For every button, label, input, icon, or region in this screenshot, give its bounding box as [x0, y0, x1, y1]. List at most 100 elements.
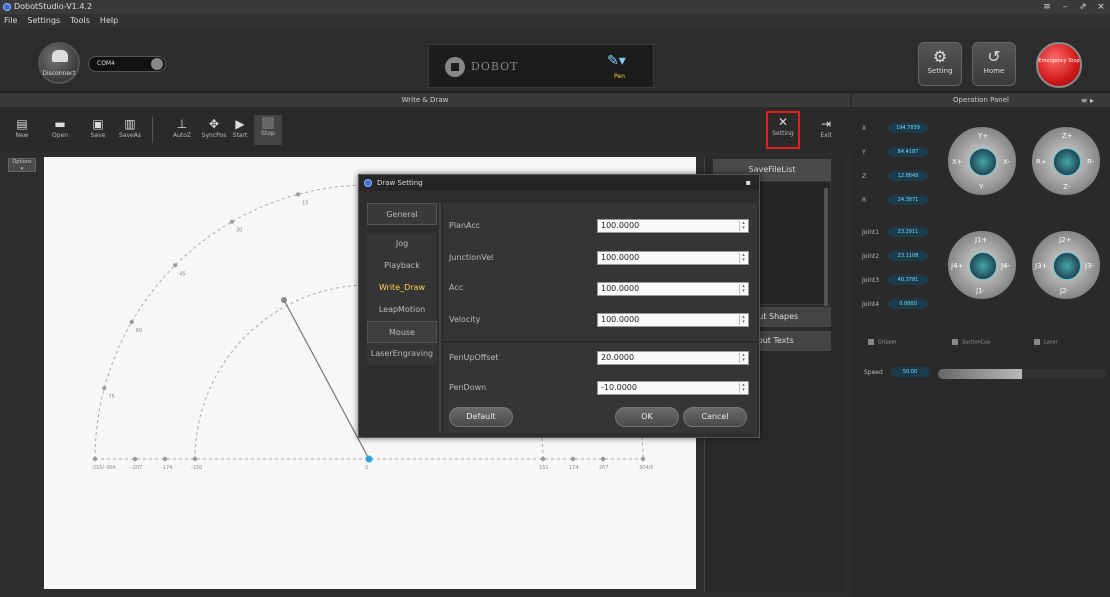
acc-spinner-icon[interactable]: ▴ ▾ [739, 284, 747, 294]
suctioncup-checkbox[interactable]: SuctionCup [952, 339, 991, 346]
emergency-stop-button[interactable]: Emergency Stop [1036, 42, 1082, 88]
file-list-scrollbar[interactable] [824, 188, 828, 306]
folder-icon: ▬ [54, 117, 66, 131]
penupoffset-spinner-icon[interactable]: ▴ ▾ [739, 353, 747, 363]
nav-leapmotion[interactable]: LeapMotion [367, 299, 437, 321]
j1-j4-jog-center[interactable] [969, 252, 997, 280]
stop-button[interactable]: Stop [254, 115, 282, 145]
velocity-spinner-icon[interactable]: ▴ ▾ [739, 315, 747, 325]
j2-j3-jog-pad[interactable]: J2+ J2- J3+ J3- [1032, 231, 1100, 299]
jog-z-plus[interactable]: Z+ [1062, 132, 1073, 140]
axis-tick-label: 151 [539, 465, 549, 471]
exit-button[interactable]: ⇥ Exit [812, 115, 840, 145]
options-menu-icon[interactable]: ≡ [1038, 0, 1056, 14]
pendown-input[interactable]: -10.0000 ▴ ▾ [597, 381, 749, 395]
pendown-spinner-icon[interactable]: ▴ ▾ [739, 383, 747, 393]
junctionvel-spinner-icon[interactable]: ▴ ▾ [739, 253, 747, 263]
menu-file[interactable]: File [4, 14, 17, 28]
default-button[interactable]: Default [449, 407, 513, 427]
jog-j1-plus[interactable]: J1+ [975, 236, 987, 244]
planacc-spinner-icon[interactable]: ▴ ▾ [739, 221, 747, 231]
xy-jog-pad[interactable]: Y+ Y- X+ X- [948, 127, 1016, 195]
coord-x-label: X [862, 125, 867, 132]
minimize-icon[interactable]: – [1056, 0, 1074, 14]
menu-settings[interactable]: Settings [27, 14, 60, 28]
velocity-input[interactable]: 100.0000 ▴ ▾ [597, 313, 749, 327]
nav-mouse[interactable]: Mouse [367, 321, 437, 343]
jog-j2-minus[interactable]: J2- [1060, 287, 1069, 295]
coord-r-label: R [862, 197, 867, 204]
jog-y-plus[interactable]: Y+ [978, 132, 988, 140]
disconnect-button[interactable]: Disconnect [38, 42, 80, 84]
start-button[interactable]: ▶ Start [226, 115, 254, 145]
dialog-close-icon[interactable]: ▪ [746, 175, 751, 191]
autoz-button[interactable]: ⊥ AutoZ [168, 115, 196, 145]
nav-general[interactable]: General [367, 203, 437, 225]
joint2-label: Joint2 [862, 253, 880, 260]
arc-points: 15 30 45 60 75 [102, 192, 308, 400]
joint3-value: 40.3781 [888, 275, 928, 285]
nav-write-draw[interactable]: Write_Draw [367, 277, 437, 299]
jog-j2-plus[interactable]: J2+ [1059, 236, 1071, 244]
jog-y-minus[interactable]: Y- [979, 183, 985, 191]
draw-setting-button[interactable]: ✕ Setting [766, 111, 800, 149]
title-bar: DobotStudio-V1.4.2 ≡ – ⇗ × [0, 0, 1110, 14]
nav-laserengraving[interactable]: LaserEngraving [367, 343, 437, 365]
autoz-label: AutoZ [172, 132, 192, 139]
penupoffset-label: PenUpOffset [449, 353, 499, 362]
save-as-icon: ▥ [124, 117, 136, 131]
panel-menu-icon[interactable]: ≡ ▸ [1081, 94, 1094, 107]
cancel-button[interactable]: Cancel [683, 407, 747, 427]
acc-input[interactable]: 100.0000 ▴ ▾ [597, 282, 749, 296]
ok-button[interactable]: OK [615, 407, 679, 427]
close-icon[interactable]: × [1092, 0, 1110, 14]
pen-tool-icon[interactable]: ✎▾ [607, 53, 626, 69]
jog-r-minus[interactable]: R- [1087, 158, 1094, 166]
j2-j3-jog-center[interactable] [1053, 252, 1081, 280]
restore-icon[interactable]: ⇗ [1074, 0, 1092, 14]
planacc-input[interactable]: 100.0000 ▴ ▾ [597, 219, 749, 233]
jog-x-minus[interactable]: X- [1003, 158, 1010, 166]
nav-jog[interactable]: Jog [367, 233, 437, 255]
j1-j4-jog-pad[interactable]: J1+ J1- J4+ J4- [948, 231, 1016, 299]
jog-j3-minus[interactable]: J3- [1085, 262, 1094, 270]
new-file-icon: ▤ [16, 117, 28, 131]
jog-j1-minus[interactable]: J1- [976, 287, 985, 295]
zr-jog-center[interactable] [1053, 148, 1081, 176]
form-divider [443, 341, 757, 343]
new-button[interactable]: ▤ New [8, 115, 36, 145]
speed-slider[interactable] [938, 369, 1106, 379]
jog-j4-minus[interactable]: J4- [1001, 262, 1010, 270]
joint4-label: Joint4 [862, 301, 880, 308]
gripper-checkbox[interactable]: Gripper [868, 339, 897, 346]
nav-playback[interactable]: Playback [367, 255, 437, 277]
port-select[interactable]: COM4 [88, 56, 166, 72]
arc-tick-point [173, 263, 178, 268]
zr-jog-pad[interactable]: Z+ Z- R+ R- [1032, 127, 1100, 195]
coord-r-value: 24.3871 [888, 195, 928, 205]
home-label: Home [983, 67, 1005, 75]
jog-j3-plus[interactable]: J3+ [1035, 262, 1047, 270]
write-draw-header: Write & Draw [0, 94, 850, 107]
jog-j4-plus[interactable]: J4+ [951, 262, 963, 270]
origin-point [365, 455, 373, 463]
open-button[interactable]: ▬ Open [46, 115, 74, 145]
home-button[interactable]: ↺ Home [972, 42, 1016, 86]
junctionvel-input[interactable]: 100.0000 ▴ ▾ [597, 251, 749, 265]
menu-tools[interactable]: Tools [70, 14, 90, 28]
jog-r-plus[interactable]: R+ [1036, 158, 1047, 166]
penupoffset-input[interactable]: 20.0000 ▴ ▾ [597, 351, 749, 365]
setting-button[interactable]: ⚙ Setting [918, 42, 962, 86]
laser-checkbox[interactable]: Laser [1034, 339, 1058, 346]
syncpos-button[interactable]: ✥ SyncPos [200, 115, 228, 145]
jog-x-plus[interactable]: X+ [952, 158, 963, 166]
jog-z-minus[interactable]: Z- [1063, 183, 1070, 191]
save-as-button[interactable]: ▥ SaveAs [116, 115, 144, 145]
save-button[interactable]: ▣ Save [84, 115, 112, 145]
xy-jog-center[interactable] [969, 148, 997, 176]
menu-help[interactable]: Help [100, 14, 118, 28]
options-button[interactable]: Options ▾ [8, 158, 36, 172]
coord-r-row: R 24.3871 [862, 195, 928, 205]
new-label: New [15, 132, 29, 139]
window-title: DobotStudio-V1.4.2 [14, 2, 93, 11]
